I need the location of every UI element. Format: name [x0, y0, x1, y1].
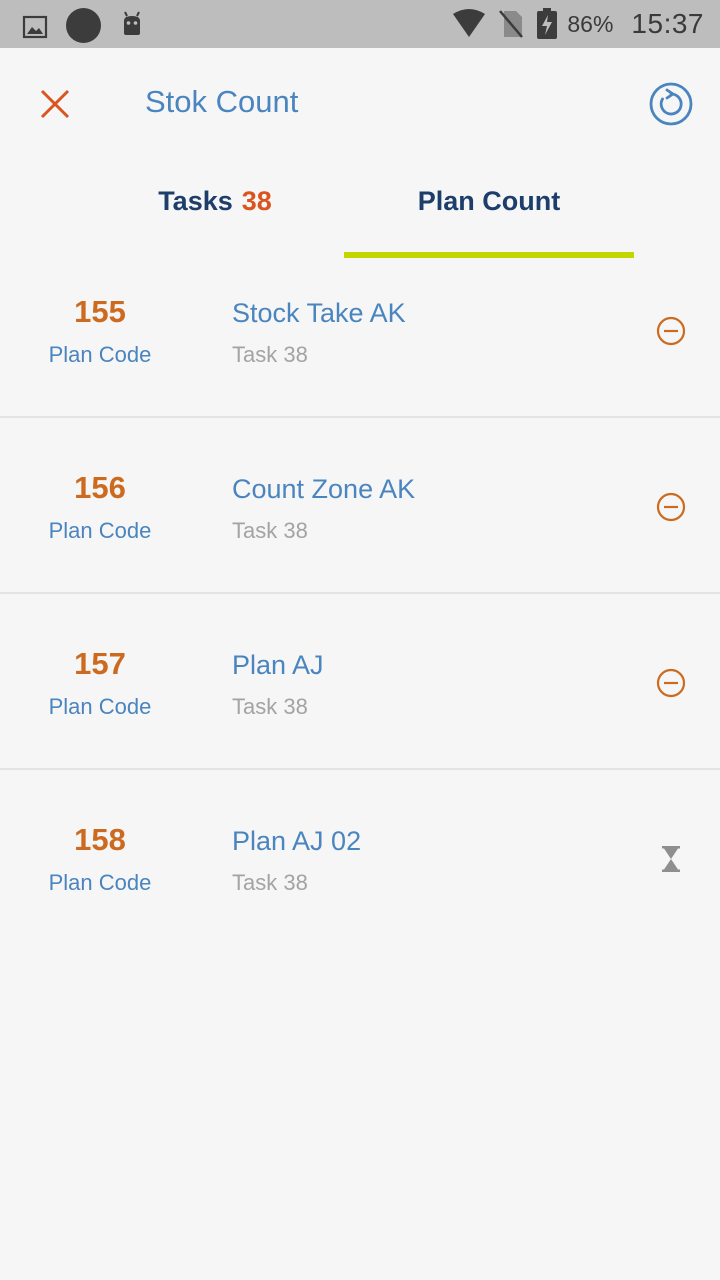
plan-code-number: 157 [74, 646, 126, 681]
list-item[interactable]: 156 Plan Code Count Zone AK Task 38 [0, 418, 720, 594]
android-icon [124, 11, 140, 35]
image-icon [22, 15, 48, 38]
refresh-icon[interactable] [648, 81, 694, 127]
minus-circle-icon[interactable] [654, 490, 688, 524]
status-bar-left [22, 8, 145, 43]
no-sim-icon [499, 10, 524, 38]
plan-name: Count Zone AK [232, 474, 416, 504]
page-title: Stok Count [145, 84, 299, 119]
plan-task: Task 38 [232, 694, 308, 719]
plan-name: Plan AJ [232, 650, 324, 680]
list-item[interactable]: 158 Plan Code Plan AJ 02 Task 38 [0, 770, 720, 946]
clock: 15:37 [631, 8, 704, 39]
minus-circle-icon[interactable] [654, 314, 688, 348]
tab-tasks-label: Tasks [158, 186, 233, 216]
minus-circle-icon[interactable] [654, 666, 688, 700]
plan-code-label: Plan Code [48, 870, 152, 895]
wifi-icon [453, 9, 486, 37]
plan-code-label: Plan Code [48, 342, 152, 367]
plan-code-number: 156 [74, 470, 126, 505]
list-item[interactable]: 157 Plan Code Plan AJ Task 38 [0, 594, 720, 770]
tab-plan-count[interactable]: Plan Count [344, 186, 634, 217]
plan-code-number: 155 [74, 294, 126, 329]
plan-code-label: Plan Code [48, 694, 152, 719]
plan-code-label: Plan Code [48, 518, 152, 543]
list-item[interactable]: 155 Plan Code Stock Take AK Task 38 [0, 242, 720, 418]
status-bar-right: 86% 15:37 [452, 5, 704, 43]
plan-task: Task 38 [232, 342, 308, 367]
battery-charging-icon [537, 8, 558, 39]
tab-tasks-count: 38 [241, 186, 272, 216]
plan-name: Stock Take AK [232, 298, 406, 328]
plan-task: Task 38 [232, 518, 308, 543]
battery-percentage: 86% [567, 10, 614, 37]
close-icon[interactable] [36, 85, 74, 123]
plan-code-number: 158 [74, 822, 126, 857]
status-bar: 86% 15:37 [0, 0, 720, 48]
hourglass-icon [662, 846, 680, 872]
circle-icon [66, 8, 101, 43]
plan-task: Task 38 [232, 870, 308, 895]
plan-name: Plan AJ 02 [232, 826, 362, 856]
